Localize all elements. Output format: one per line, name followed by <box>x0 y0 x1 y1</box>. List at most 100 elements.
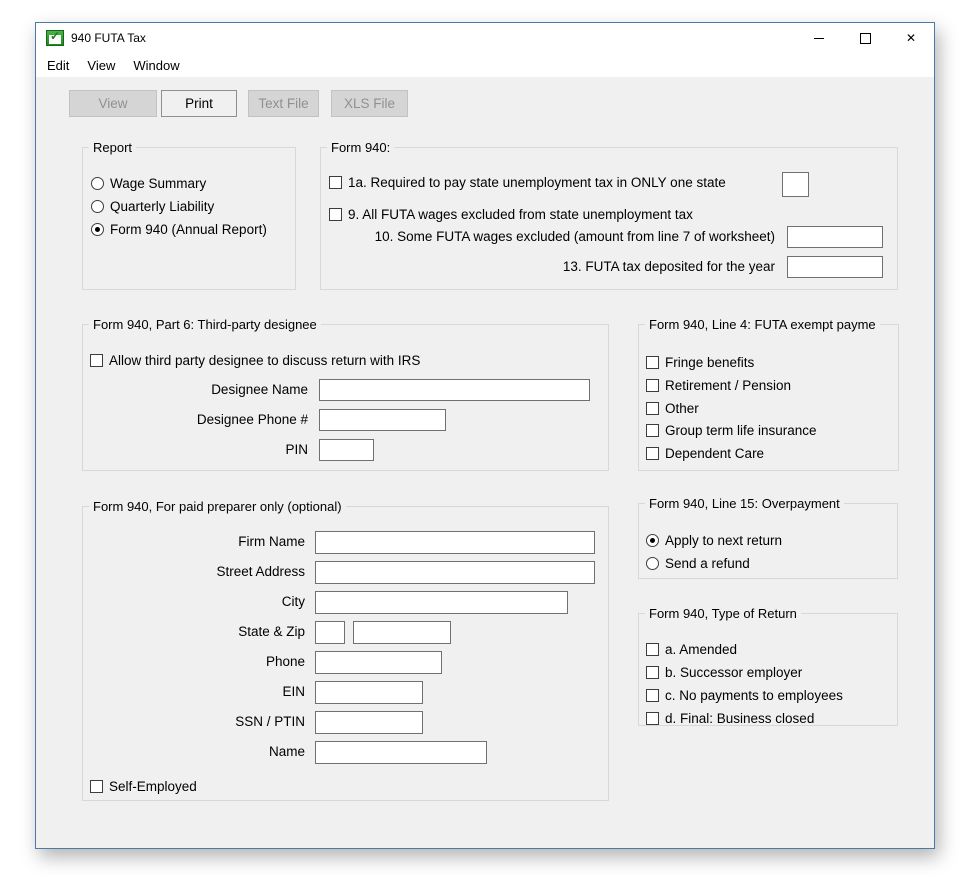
checkbox-icon[interactable] <box>646 379 659 392</box>
type-of-return-group-title: Form 940, Type of Return <box>645 605 801 622</box>
radio-send-refund[interactable]: Send a refund <box>646 555 750 571</box>
zip-field[interactable] <box>353 621 451 644</box>
maximize-button[interactable] <box>842 23 888 53</box>
line10-amount-field[interactable] <box>787 226 883 248</box>
radio-icon[interactable] <box>646 534 659 547</box>
maximize-icon <box>860 33 871 44</box>
checkbox-label: c. No payments to employees <box>665 688 843 703</box>
checkbox-icon[interactable] <box>646 402 659 415</box>
minimize-icon <box>814 38 824 39</box>
radio-label: Form 940 (Annual Report) <box>110 222 267 237</box>
phone-field[interactable] <box>315 651 442 674</box>
line15-group: Form 940, Line 15: Overpayment Apply to … <box>638 503 898 579</box>
preparer-group: Form 940, For paid preparer only (option… <box>82 506 609 801</box>
close-icon <box>906 32 916 44</box>
checkbox-allow-designee[interactable]: Allow third party designee to discuss re… <box>90 352 420 368</box>
pin-field[interactable] <box>319 439 374 461</box>
checkbox-fringe-benefits[interactable]: Fringe benefits <box>646 354 754 370</box>
city-field[interactable] <box>315 591 568 614</box>
line4-group: Form 940, Line 4: FUTA exempt payme Frin… <box>638 324 899 471</box>
checkbox-line9[interactable]: 9. All FUTA wages excluded from state un… <box>329 206 693 222</box>
checkbox-label: Group term life insurance <box>665 423 817 438</box>
checkbox-icon[interactable] <box>646 712 659 725</box>
designee-phone-label: Designee Phone # <box>197 412 308 427</box>
checkbox-icon[interactable] <box>646 447 659 460</box>
radio-icon[interactable] <box>91 223 104 236</box>
firm-name-label: Firm Name <box>238 534 305 549</box>
checkbox-icon[interactable] <box>646 643 659 656</box>
radio-label: Wage Summary <box>110 176 206 191</box>
checkbox-icon[interactable] <box>90 780 103 793</box>
checkbox-group-term-life[interactable]: Group term life insurance <box>646 422 817 438</box>
report-group: Report Wage Summary Quarterly Liability … <box>82 147 296 290</box>
window-title: 940 FUTA Tax <box>71 31 146 45</box>
ein-field[interactable] <box>315 681 423 704</box>
pin-label: PIN <box>285 442 308 457</box>
checkbox-icon[interactable] <box>646 424 659 437</box>
designee-phone-field[interactable] <box>319 409 446 431</box>
checkbox-dependent-care[interactable]: Dependent Care <box>646 445 764 461</box>
radio-icon[interactable] <box>91 200 104 213</box>
app-icon <box>46 30 64 46</box>
radio-wage-summary[interactable]: Wage Summary <box>91 175 206 191</box>
titlebar: 940 FUTA Tax <box>36 23 934 53</box>
line13-label: 13. FUTA tax deposited for the year <box>563 259 775 274</box>
checkbox-label: Fringe benefits <box>665 355 754 370</box>
menu-item-window[interactable]: Window <box>124 54 188 77</box>
radio-icon[interactable] <box>91 177 104 190</box>
checkbox-label: Other <box>665 401 699 416</box>
part6-group: Form 940, Part 6: Third-party designee A… <box>82 324 609 471</box>
ssn-ptin-label: SSN / PTIN <box>235 714 305 729</box>
checkbox-label: Self-Employed <box>109 779 197 794</box>
checkbox-icon[interactable] <box>646 666 659 679</box>
checkbox-label: a. Amended <box>665 642 737 657</box>
preparer-name-label: Name <box>269 744 305 759</box>
checkbox-label: Dependent Care <box>665 446 764 461</box>
state-field[interactable] <box>315 621 345 644</box>
checkbox-final-business-closed[interactable]: d. Final: Business closed <box>646 710 814 726</box>
checkbox-retirement-pension[interactable]: Retirement / Pension <box>646 377 791 393</box>
radio-icon[interactable] <box>646 557 659 570</box>
checkbox-amended[interactable]: a. Amended <box>646 641 737 657</box>
checkbox-label: d. Final: Business closed <box>665 711 814 726</box>
preparer-group-title: Form 940, For paid preparer only (option… <box>89 498 346 515</box>
desktop: { "window": { "title": "940 FUTA Tax" },… <box>0 0 967 876</box>
close-button[interactable] <box>888 23 934 53</box>
part6-group-title: Form 940, Part 6: Third-party designee <box>89 316 321 333</box>
checkbox-icon[interactable] <box>90 354 103 367</box>
checkbox-no-payments[interactable]: c. No payments to employees <box>646 687 843 703</box>
checkbox-line1a[interactable]: 1a. Required to pay state unemployment t… <box>329 174 726 190</box>
designee-name-field[interactable] <box>319 379 590 401</box>
menu-item-edit[interactable]: Edit <box>38 54 78 77</box>
menu-item-view[interactable]: View <box>78 54 124 77</box>
minimize-button[interactable] <box>796 23 842 53</box>
window-controls <box>796 23 934 53</box>
preparer-name-field[interactable] <box>315 741 487 764</box>
line1a-state-field[interactable] <box>782 172 809 197</box>
menubar: Edit View Window <box>36 53 934 77</box>
ssn-ptin-field[interactable] <box>315 711 423 734</box>
line13-amount-field[interactable] <box>787 256 883 278</box>
radio-label: Apply to next return <box>665 533 782 548</box>
report-group-title: Report <box>89 139 136 156</box>
firm-name-field[interactable] <box>315 531 595 554</box>
checkbox-icon[interactable] <box>329 208 342 221</box>
checkbox-icon[interactable] <box>329 176 342 189</box>
radio-apply-next-return[interactable]: Apply to next return <box>646 532 782 548</box>
checkbox-self-employed[interactable]: Self-Employed <box>90 778 197 794</box>
radio-quarterly-liability[interactable]: Quarterly Liability <box>91 198 214 214</box>
state-zip-label: State & Zip <box>238 624 305 639</box>
form940-group: Form 940: 1a. Required to pay state unem… <box>320 147 898 290</box>
street-address-label: Street Address <box>216 564 305 579</box>
print-button[interactable]: Print <box>161 90 237 117</box>
checkbox-label: Allow third party designee to discuss re… <box>109 353 420 368</box>
radio-form-940-annual[interactable]: Form 940 (Annual Report) <box>91 221 267 237</box>
checkbox-icon[interactable] <box>646 689 659 702</box>
street-address-field[interactable] <box>315 561 595 584</box>
checkbox-other[interactable]: Other <box>646 400 699 416</box>
view-button: View <box>69 90 157 117</box>
checkbox-icon[interactable] <box>646 356 659 369</box>
checkbox-successor-employer[interactable]: b. Successor employer <box>646 664 802 680</box>
line10-label: 10. Some FUTA wages excluded (amount fro… <box>375 229 775 244</box>
xls-file-button: XLS File <box>331 90 408 117</box>
